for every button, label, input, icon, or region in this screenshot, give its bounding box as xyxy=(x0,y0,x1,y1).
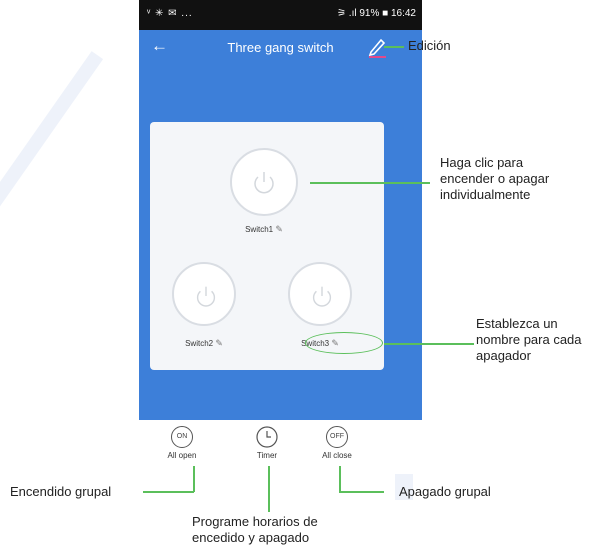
name-annotation-line xyxy=(384,343,474,345)
timer-label: Timer xyxy=(256,451,278,460)
status-bar: ᵛ ✳ ✉ ... ⚞ .ıl 91% ■ 16:42 xyxy=(139,0,422,30)
switch1-label-row[interactable]: Switch1 ✎ xyxy=(219,224,309,235)
clock-icon xyxy=(256,426,278,448)
app-bar: ← Three gang switch xyxy=(139,30,422,64)
group-off-annotation-hline xyxy=(339,491,384,493)
power-icon xyxy=(254,172,274,194)
annotation-edit: Edición xyxy=(408,38,451,53)
rename-pencil-icon[interactable]: ✎ xyxy=(215,338,223,348)
switch2-label-row[interactable]: Switch2 ✎ xyxy=(159,338,249,349)
off-icon: OFF xyxy=(326,426,348,448)
switch3-highlight-ellipse xyxy=(305,332,383,354)
group-on-annotation-hline xyxy=(143,491,194,493)
background-stripe-left xyxy=(0,51,104,223)
switch3-power-button[interactable] xyxy=(288,262,352,326)
annotation-schedule: Programe horarios de encedido y apagado xyxy=(192,514,318,545)
power-icon xyxy=(196,286,216,307)
status-battery-time: ⚞ .ıl 91% ■ 16:42 xyxy=(337,8,416,19)
schedule-annotation-vline xyxy=(268,466,270,512)
annotation-group-on: Encendido grupal xyxy=(10,484,112,499)
on-icon: ON xyxy=(171,426,193,448)
edit-annotation-line xyxy=(384,46,404,48)
all-close-button[interactable]: OFF All close xyxy=(312,426,362,460)
all-close-label: All close xyxy=(322,451,352,460)
rename-pencil-icon[interactable]: ✎ xyxy=(275,224,283,234)
switch1-power-button[interactable] xyxy=(230,148,298,216)
switch-card: Switch1 ✎ Switch2 ✎ Switch3 ✎ xyxy=(150,122,384,370)
power-icon xyxy=(312,286,332,307)
toggle-annotation-line xyxy=(310,182,430,184)
phone-screen: ᵛ ✳ ✉ ... ⚞ .ıl 91% ■ 16:42 ← Three gang… xyxy=(139,0,422,474)
annotation-group-off: Apagado grupal xyxy=(399,484,491,499)
timer-button[interactable]: Timer xyxy=(242,426,292,460)
all-open-button[interactable]: ON All open xyxy=(157,426,207,460)
status-icons: ᵛ ✳ ✉ ... xyxy=(147,8,193,19)
switch2-label: Switch2 xyxy=(185,339,214,348)
switch2-power-button[interactable] xyxy=(172,262,236,326)
annotation-name: Establezca un nombre para cada apagador xyxy=(476,316,582,363)
group-on-annotation-vline xyxy=(193,466,195,492)
bottom-bar: ON All open Timer OFF All close xyxy=(139,420,422,474)
all-open-label: All open xyxy=(167,451,197,460)
switch1-label: Switch1 xyxy=(245,225,274,234)
annotation-toggle: Haga clic para encender o apagar individ… xyxy=(440,155,550,202)
main-panel: Switch1 ✎ Switch2 ✎ Switch3 ✎ xyxy=(139,64,422,420)
group-off-annotation-vline xyxy=(339,466,341,492)
